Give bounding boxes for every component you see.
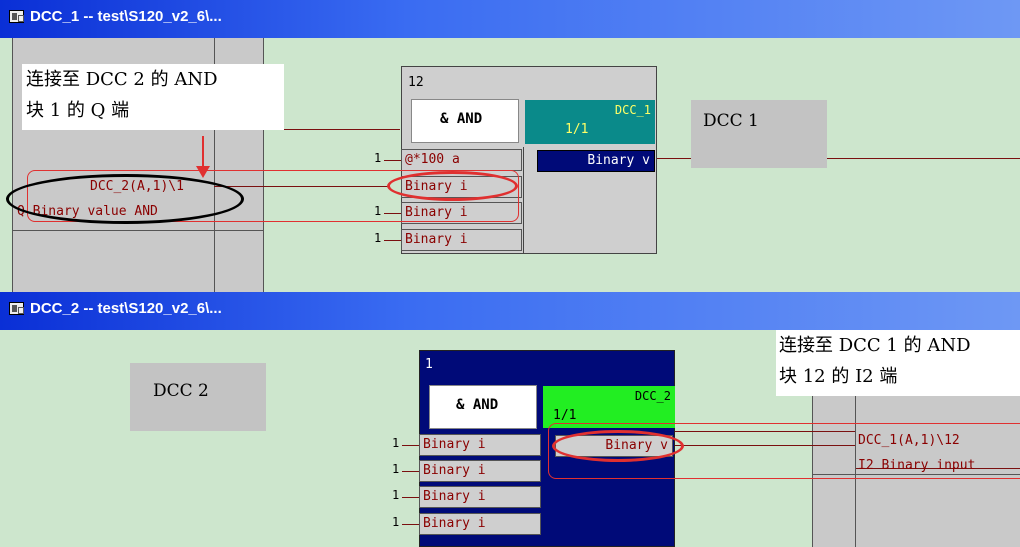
input-pin-4[interactable]: Binary i — [401, 229, 522, 251]
input-pin-2[interactable]: Binary i — [419, 460, 541, 482]
block-body-divider — [523, 147, 524, 253]
annotation-ellipse-ref — [6, 174, 244, 224]
block-chart-name: DCC_1 — [614, 103, 651, 117]
block-chart-name: DCC_2 — [634, 389, 671, 403]
pin-stub-2 — [402, 471, 419, 472]
window-dcc1-titlebar[interactable]: DCC_1 -- test\S120_v2_6\... — [0, 0, 1020, 38]
window-dcc2-title: DCC_2 -- test\S120_v2_6\... — [30, 300, 222, 317]
chart-label-dcc1: DCC 1 — [691, 100, 827, 168]
annotation-note-line1: 连接至 DCC 1 的 AND — [779, 335, 971, 356]
chart-label-text: DCC 2 — [153, 381, 209, 401]
input-pin-4[interactable]: Binary i — [419, 513, 541, 535]
annotation-ellipse-pin — [387, 171, 518, 201]
annotation-note-line2: 块 1 的 Q 端 — [26, 100, 130, 121]
block-chart-header: DCC_2 1/1 — [543, 386, 675, 428]
chart-window-icon — [9, 10, 24, 23]
chart-canvas-dcc2[interactable]: DCC 2 1 & AND DCC_2 1/1 Binary v Binary … — [0, 330, 1020, 547]
window-dcc2-titlebar[interactable]: DCC_2 -- test\S120_v2_6\... — [0, 292, 1020, 330]
pin-value-4: 1 — [392, 515, 400, 529]
sheet-bar-row-line — [12, 230, 264, 231]
chart-label-dcc2: DCC 2 — [130, 363, 266, 431]
annotation-note-dcc1: 连接至 DCC 2 的 AND 块 1 的 Q 端 — [22, 64, 284, 130]
window-dcc1: DCC_1 -- test\S120_v2_6\... 12 & AND DCC… — [0, 0, 1020, 292]
annotation-arrow-head — [196, 166, 210, 178]
pin-value-2: 1 — [392, 462, 400, 476]
output-pin-q[interactable]: Binary v — [537, 150, 655, 172]
wire-top-long — [264, 129, 400, 130]
pin-value-4: 1 — [374, 231, 382, 245]
annotation-note-line1: 连接至 DCC 2 的 AND — [26, 69, 218, 90]
block-type: & AND — [456, 397, 499, 413]
block-type: & AND — [440, 111, 483, 127]
pin-value-3: 1 — [392, 488, 400, 502]
annotation-note-line2: 块 12 的 I2 端 — [779, 366, 898, 387]
chart-window-icon — [9, 302, 24, 315]
input-pin-3[interactable]: Binary i — [419, 486, 541, 508]
block-number: 12 — [408, 75, 424, 90]
annotation-ellipse-pin — [552, 430, 684, 462]
pin-value-1: 1 — [392, 436, 400, 450]
block-type-box: & AND — [429, 385, 537, 429]
annotation-arrow-line — [202, 136, 204, 170]
pin-stub-4 — [384, 240, 401, 241]
block-cycle: 1/1 — [553, 408, 577, 423]
input-pin-1[interactable]: Binary i — [419, 434, 541, 456]
block-type-box: & AND — [411, 99, 519, 143]
pin-value-1: 1 — [374, 151, 382, 165]
pin-stub-1 — [384, 160, 401, 161]
window-dcc1-title: DCC_1 -- test\S120_v2_6\... — [30, 8, 222, 25]
chart-label-text: DCC 1 — [703, 111, 759, 131]
window-dcc2: DCC_2 -- test\S120_v2_6\... DCC 2 1 & AN… — [0, 292, 1020, 547]
block-number: 1 — [425, 357, 433, 372]
input-pin-1[interactable]: @*100 a — [401, 149, 522, 171]
block-cycle: 1/1 — [565, 122, 589, 137]
block-chart-header: DCC_1 1/1 — [525, 100, 655, 144]
annotation-note-dcc2: 连接至 DCC 1 的 AND 块 12 的 I2 端 — [776, 330, 1020, 396]
pin-stub-3 — [402, 497, 419, 498]
pin-stub-1 — [402, 445, 419, 446]
pin-stub-4 — [402, 524, 419, 525]
